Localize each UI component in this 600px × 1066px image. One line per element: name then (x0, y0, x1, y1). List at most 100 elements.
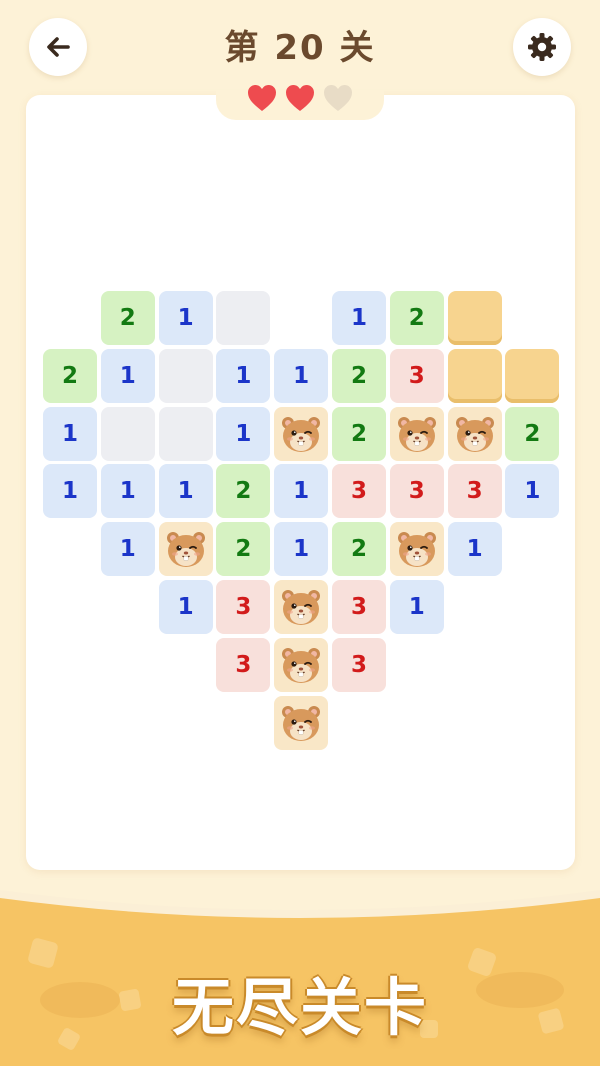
tile-number[interactable]: 3 (332, 637, 386, 692)
tile-hamster[interactable] (274, 695, 329, 750)
tile-number[interactable]: 3 (389, 348, 444, 403)
tile-number-label: 2 (524, 420, 541, 447)
tile-number[interactable]: 1 (100, 464, 155, 519)
tile-empty[interactable] (158, 348, 213, 403)
tile-number-label: 2 (61, 362, 78, 389)
heart-empty-icon (324, 85, 352, 111)
tile-number[interactable]: 3 (389, 464, 444, 519)
tile-number-label: 3 (350, 651, 367, 678)
tile-number[interactable]: 1 (158, 291, 213, 345)
back-button[interactable] (29, 18, 87, 76)
hamster-icon (397, 532, 436, 568)
tile-number[interactable]: 1 (274, 464, 329, 519)
tile-number[interactable]: 2 (332, 406, 386, 461)
hamster-icon (455, 416, 494, 452)
tile-number-label: 2 (408, 305, 425, 331)
tile-empty[interactable] (100, 406, 155, 461)
tile-number-label: 2 (235, 478, 252, 505)
tile-number-label: 1 (119, 536, 136, 563)
settings-button[interactable] (513, 18, 571, 76)
tile-number[interactable]: 1 (389, 580, 444, 634)
tile-number-label: 2 (235, 536, 252, 563)
tile-unrevealed[interactable] (447, 348, 502, 403)
tile-hamster[interactable] (274, 637, 329, 692)
tile-number-label: 1 (293, 478, 310, 505)
tile-number[interactable]: 1 (274, 348, 329, 403)
tile-number-label: 1 (177, 305, 194, 331)
tile-number[interactable]: 2 (332, 522, 386, 577)
tile-number-label: 3 (235, 651, 252, 678)
tile-number-label: 3 (350, 594, 367, 620)
tile-hamster[interactable] (274, 406, 329, 461)
tile-number[interactable]: 1 (505, 464, 560, 519)
tile-number[interactable]: 2 (505, 406, 560, 461)
tile-unrevealed[interactable] (447, 291, 502, 345)
tile-number-label: 1 (119, 362, 136, 389)
tile-number-label: 1 (177, 594, 194, 620)
tile-number-label: 1 (235, 420, 252, 447)
hamster-icon (282, 416, 321, 452)
tile-hamster[interactable] (389, 522, 444, 577)
tile-number-label: 2 (350, 420, 367, 447)
tile-number-label: 3 (466, 478, 483, 505)
tile-hamster[interactable] (158, 522, 213, 577)
hamster-icon (282, 590, 321, 625)
tile-number-label: 1 (293, 536, 310, 563)
tile-number[interactable]: 1 (216, 348, 271, 403)
tile-number-label: 1 (61, 478, 78, 505)
gear-icon (528, 33, 556, 61)
tile-number[interactable]: 3 (216, 637, 271, 692)
tile-number[interactable]: 1 (216, 406, 271, 461)
tile-number-label: 1 (524, 478, 541, 505)
tile-number[interactable]: 1 (274, 522, 329, 577)
tile-number[interactable]: 2 (216, 464, 271, 519)
tile-number-label: 1 (177, 478, 194, 505)
tile-number-label: 2 (350, 536, 367, 563)
tile-hamster[interactable] (447, 406, 502, 461)
tile-unrevealed[interactable] (505, 348, 560, 403)
heart-full-icon (248, 85, 276, 111)
arrow-left-icon (47, 37, 70, 57)
tile-number[interactable]: 1 (158, 464, 213, 519)
tile-number[interactable]: 1 (43, 464, 97, 519)
top-bar: 第 20 关 (0, 0, 600, 96)
tile-empty[interactable] (158, 406, 213, 461)
tile-number[interactable]: 3 (332, 580, 386, 634)
tile-number[interactable]: 1 (332, 291, 386, 345)
tile-number[interactable]: 3 (216, 580, 271, 634)
endless-mode-banner: 无尽关卡 (171, 971, 428, 1044)
tile-number-label: 2 (119, 305, 136, 331)
tile-number-label: 1 (408, 594, 425, 620)
hamster-icon (282, 705, 321, 741)
tile-number[interactable]: 1 (100, 348, 155, 403)
tile-number[interactable]: 2 (100, 291, 155, 345)
tile-number[interactable]: 1 (158, 580, 213, 634)
tile-number-label: 1 (61, 420, 78, 447)
tile-hamster[interactable] (389, 406, 444, 461)
tile-number-label: 3 (408, 362, 425, 389)
tile-number-label: 3 (350, 478, 367, 505)
tile-number-label: 1 (350, 305, 367, 331)
tile-hamster[interactable] (274, 580, 329, 634)
tile-number-label: 3 (235, 594, 252, 620)
tile-number-label: 3 (408, 478, 425, 505)
tile-number[interactable]: 3 (447, 464, 502, 519)
tile-number-label: 1 (466, 536, 483, 563)
tile-number-label: 1 (235, 362, 252, 389)
tile-number[interactable]: 1 (447, 522, 502, 577)
tile-number-label: 1 (293, 362, 310, 389)
hamster-icon (166, 532, 205, 568)
lives-indicator (200, 84, 400, 112)
tile-number[interactable]: 2 (216, 522, 271, 577)
tile-number[interactable]: 2 (332, 348, 386, 403)
tile-number[interactable]: 1 (43, 406, 97, 461)
tile-number[interactable]: 2 (389, 291, 444, 345)
hamster-icon (282, 647, 321, 683)
tile-number[interactable]: 1 (100, 522, 155, 577)
level-title: 第 20 关 (224, 28, 376, 68)
tile-number[interactable]: 3 (332, 464, 386, 519)
tile-number[interactable]: 2 (43, 348, 97, 403)
tile-number-label: 1 (119, 478, 136, 505)
hamster-icon (397, 416, 436, 452)
tile-empty[interactable] (216, 291, 271, 345)
